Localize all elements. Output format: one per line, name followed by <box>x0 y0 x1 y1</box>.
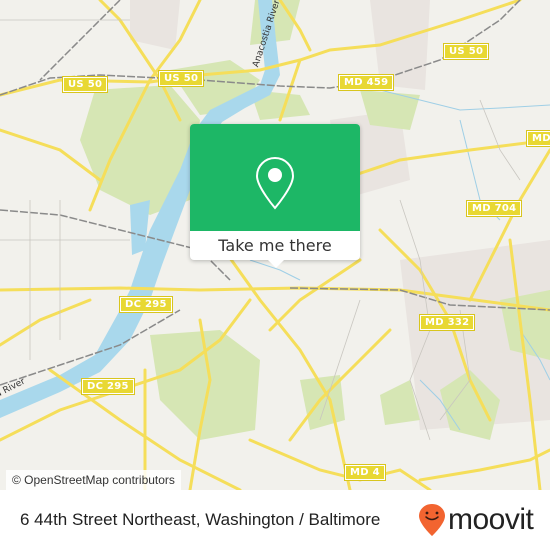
moovit-pin-icon <box>419 504 445 536</box>
route-shield-md704: MD 704 <box>465 200 523 217</box>
take-me-there-button[interactable]: Take me there <box>190 231 360 260</box>
route-shield-us50: US 50 <box>157 70 205 87</box>
map-attribution[interactable]: © OpenStreetMap contributors <box>6 470 181 490</box>
footer: 6 44th Street Northeast, Washington / Ba… <box>0 490 550 550</box>
destination-address: 6 44th Street Northeast, Washington / Ba… <box>20 510 381 529</box>
destination-popup[interactable]: Take me there <box>190 124 360 268</box>
route-shield-dc295: DC 295 <box>119 296 173 313</box>
route-shield-md4: MD 4 <box>344 464 386 481</box>
location-pin-icon <box>255 156 295 210</box>
popup-pointer <box>268 260 284 268</box>
route-shield-us50: US 50 <box>442 43 490 60</box>
map-view[interactable]: US 50 US 50 US 50 MD 459 MD 704 MD DC 29… <box>0 0 550 490</box>
popup-header[interactable] <box>190 124 360 231</box>
route-shield-md: MD <box>526 130 550 147</box>
route-shield-md332: MD 332 <box>418 314 476 331</box>
moovit-wordmark: moovit <box>448 503 534 536</box>
route-shield-us50: US 50 <box>61 76 109 93</box>
route-shield-md459: MD 459 <box>337 74 395 91</box>
route-shield-dc295: DC 295 <box>81 378 135 395</box>
moovit-logo[interactable]: moovit <box>418 502 534 538</box>
